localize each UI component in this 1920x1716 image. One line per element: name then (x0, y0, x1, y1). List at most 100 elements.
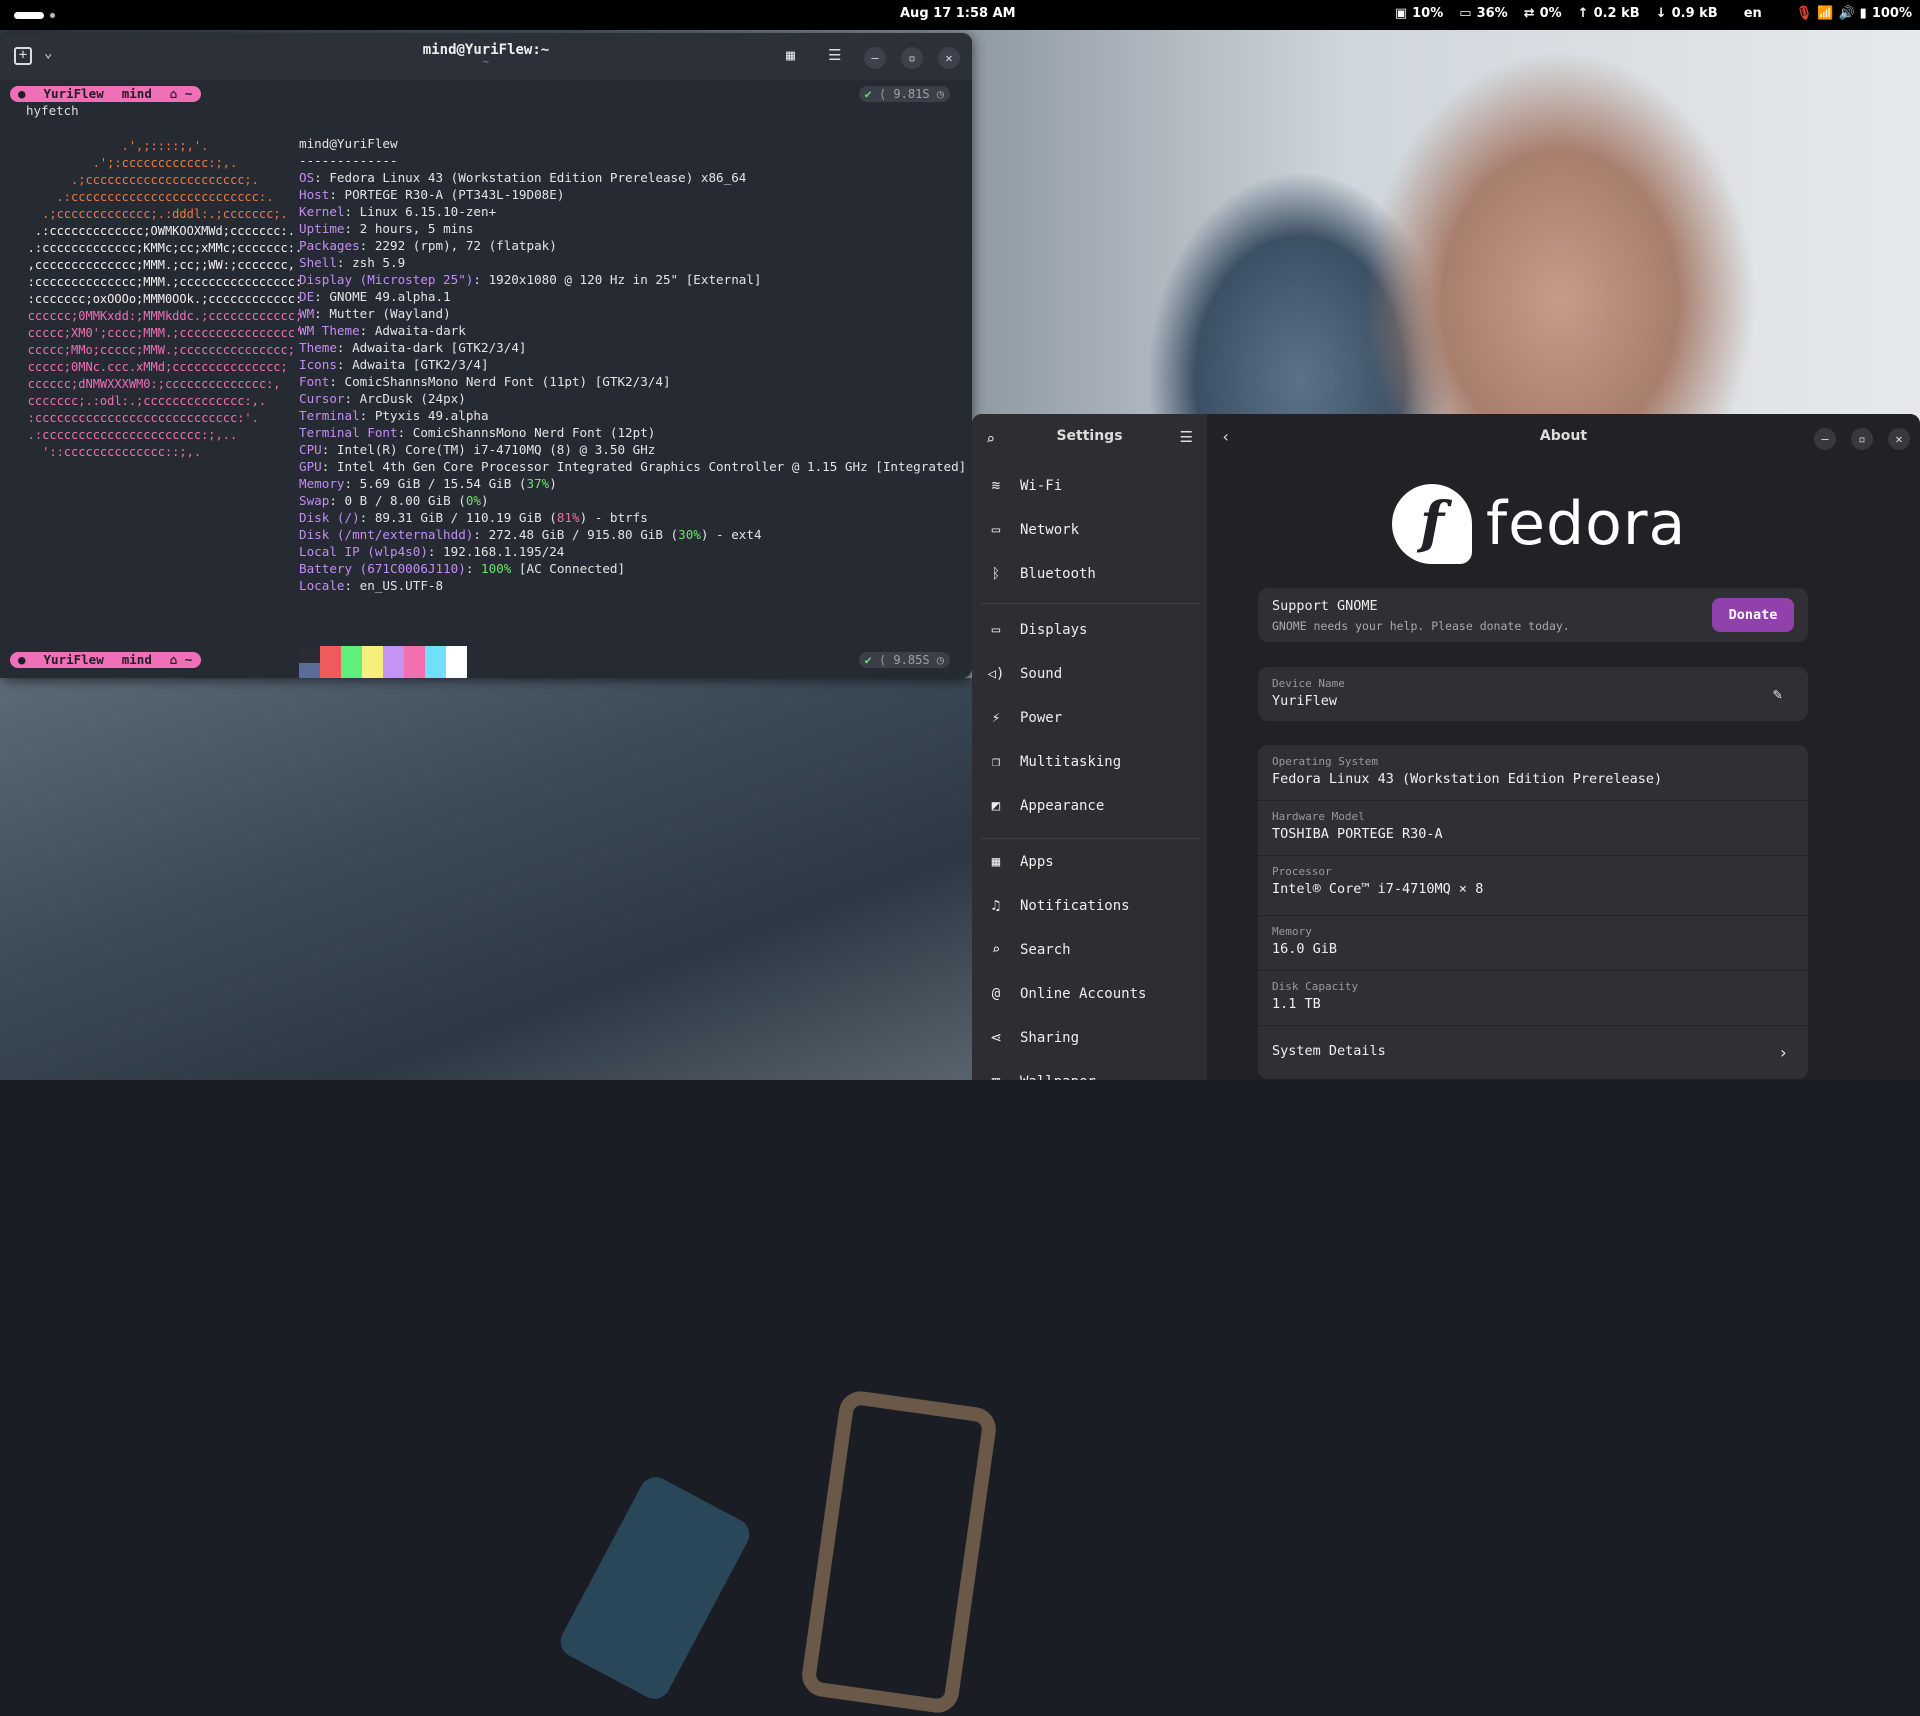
sidebar-item-sharing[interactable]: ⋖ Sharing (986, 1018, 1079, 1058)
sidebar-item-notifications[interactable]: ♫ Notifications (986, 886, 1130, 926)
ascii-logo-line: :ccccccc;oxOOOo;MMM0OOk.;cccccccccccc: (6, 292, 303, 306)
device-name-label: Device Name (1272, 677, 1345, 690)
system-details-label: System Details (1272, 1043, 1386, 1059)
fedora-mark-icon: f (1392, 484, 1472, 564)
palette-swatch (341, 646, 362, 663)
settings-sidebar: ⌕ Settings ☰ ≋ Wi-Fi ▭ Network ᛒ Bluetooth ▭ Di… (972, 414, 1207, 1080)
palette-swatch (404, 663, 425, 678)
fedora-wordmark: fedora (1486, 489, 1687, 559)
close-button[interactable]: ✕ (1888, 428, 1910, 450)
memory-icon: ▭ (1459, 6, 1472, 21)
swap-indicator[interactable]: ⇄ 0% (1524, 6, 1562, 21)
maximize-button[interactable]: ▫ (901, 47, 923, 69)
sidebar-item-sound[interactable]: ◁) Sound (986, 654, 1063, 694)
device-name-field: Device Name YuriFlew (1258, 667, 1808, 721)
info-row-label: Hardware Model (1272, 810, 1365, 823)
sidebar-item-wallpaper[interactable]: ▨ Wallpaper (986, 1062, 1096, 1080)
minimize-button[interactable]: – (1814, 428, 1836, 450)
info-cursor: ArcDusk (24px) (359, 391, 466, 406)
command-status-2: ✔ ⟨ 9.85S ◷ (858, 652, 950, 668)
sidebar-item-multitasking[interactable]: ❐ Multitasking (986, 742, 1121, 782)
system-tray[interactable]: ▣ 10% ▭ 36% ⇄ 0% ↑ 0.2 kB ↓ 0.9 kB en 🎙 📶 🔊 ▮… (1379, 6, 1912, 21)
terminal-output[interactable]: ● YuriFlew mind ⌂ ~ ✔ ⟨ 9.81S ◷ hyfetch … (0, 80, 972, 678)
info-row-label: Processor (1272, 865, 1332, 878)
sidebar-item-apps[interactable]: ▦ Apps (986, 842, 1054, 882)
wallpaper-lower-area (0, 678, 999, 1716)
info-uptime: 2 hours, 5 mins (359, 221, 474, 236)
color-palette (299, 646, 467, 678)
palette-swatch (404, 646, 425, 663)
content-header: ‹ About – ▫ ✕ (1207, 414, 1920, 462)
sidebar-divider (980, 838, 1200, 839)
settings-window[interactable]: ⌕ Settings ☰ ≋ Wi-Fi ▭ Network ᛒ Bluetooth ▭ Di… (972, 414, 1920, 1080)
net-up-indicator[interactable]: ↑ 0.2 kB (1578, 6, 1640, 21)
home-icon: ⌂ (169, 652, 185, 667)
system-details-row[interactable]: System Details › (1258, 1025, 1808, 1079)
prompt-dir: ⌂ ~ (160, 86, 202, 102)
ascii-logo-line: cccccc;dNMWXXXWM0:;cccccccccccccc:, (6, 377, 281, 391)
system-info-block: mind@YuriFlew ------------- OS: Fedora L… (299, 136, 967, 593)
palette-swatch (320, 646, 341, 663)
ascii-logo-line: cccccc;0MMKxdd:;MMMkddc.;cccccccccccc; (6, 309, 303, 323)
sidebar-item-network[interactable]: ▭ Network (986, 510, 1079, 550)
device-name-row[interactable]: Device Name YuriFlew ✎ (1258, 667, 1808, 721)
check-icon: ✔ (864, 653, 872, 667)
sidebar-item-label: Appearance (1020, 798, 1105, 814)
sidebar-item-wi-fi[interactable]: ≋ Wi-Fi (986, 466, 1062, 506)
net-down-indicator[interactable]: ↓ 0.9 kB (1656, 6, 1718, 21)
info-display: 1920x1080 @ 120 Hz in 25" [External] (488, 272, 762, 287)
apps-icon: ▦ (991, 854, 1001, 870)
sidebar-item-displays[interactable]: ▭ Displays (986, 610, 1088, 650)
wallpaper-phone-art (555, 1471, 755, 1705)
arrow-up-icon: ↑ (1577, 6, 1589, 21)
palette-swatch (299, 646, 320, 663)
maximize-button[interactable]: ▫ (1851, 428, 1873, 450)
hamburger-menu-icon[interactable]: ☰ (1180, 428, 1193, 446)
sidebar-item-search[interactable]: ⌕ Search (986, 930, 1071, 970)
sidebar-item-bluetooth[interactable]: ᛒ Bluetooth (986, 554, 1096, 594)
info-disk2-fs: - ext4 (716, 527, 762, 542)
info-kernel: Linux 6.15.10-zen+ (359, 204, 497, 219)
info-memory-pct: 37% (526, 476, 550, 491)
cpu-indicator[interactable]: ▣ 10% (1395, 6, 1443, 21)
status-icons[interactable]: 🎙 📶 🔊 ▮ 100% (1796, 6, 1912, 21)
ascii-logo-line: .:ccccccccccccc;OWMKOOXMWd;ccccccc:. (6, 224, 295, 238)
tab-overview-button[interactable]: ▦ (786, 46, 795, 64)
sidebar-item-label: Power (1020, 710, 1063, 726)
ascii-logo-line: .;ccccccccccccc;.:dddl:.;ccccccc;. (6, 207, 288, 221)
info-row-value: 16.0 GiB (1272, 941, 1338, 957)
info-row-memory: Memory 16.0 GiB (1258, 915, 1808, 971)
workspace-indicator-active[interactable] (14, 12, 44, 19)
close-button[interactable]: ✕ (938, 47, 960, 69)
workspace-indicator-dot[interactable] (50, 13, 55, 18)
terminal-header-bar[interactable]: + ⌄ mind@YuriFlew:~ ~ ▦ ☰ – ▫ ✕ (0, 33, 972, 80)
minimize-button[interactable]: – (864, 47, 886, 69)
terminal-window[interactable]: + ⌄ mind@YuriFlew:~ ~ ▦ ☰ – ▫ ✕ ● YuriFl… (0, 33, 972, 678)
palette-swatch (446, 663, 467, 678)
sidebar-item-online-accounts[interactable]: @ Online Accounts (986, 974, 1147, 1014)
edit-pencil-icon[interactable]: ✎ (1773, 685, 1782, 703)
top-bar: Aug 17 1:58 AM ▣ 10% ▭ 36% ⇄ 0% ↑ 0.2 kB ↓ 0.… (0, 0, 1920, 30)
sidebar-item-label: Search (1020, 942, 1071, 958)
prompt-dir-text: ~ (184, 86, 193, 101)
sidebar-item-appearance[interactable]: ◩ Appearance (986, 786, 1105, 826)
hamburger-menu-button[interactable]: ☰ (828, 46, 841, 64)
sidebar-item-label: Wallpaper (1020, 1074, 1096, 1080)
info-row-value: Fedora Linux 43 (Workstation Edition Pre… (1272, 771, 1663, 787)
terminal-title: mind@YuriFlew:~ (422, 42, 550, 58)
display-icon: ▭ (991, 622, 1001, 638)
ascii-logo-line: .',;::::;,'. (6, 139, 209, 153)
info-disk2: 272.48 GiB / 915.80 GiB (488, 527, 663, 542)
sidebar-item-power[interactable]: ⚡ Power (986, 698, 1062, 738)
memory-indicator[interactable]: ▭ 36% (1459, 6, 1507, 21)
wallpaper-chair-art (799, 1388, 999, 1716)
appearance-icon: ◩ (991, 798, 1001, 814)
info-display-label: Display (Microstep 25") (299, 272, 474, 287)
bluetooth-icon: ᛒ (991, 566, 1001, 582)
wallpaper-icon: ▨ (986, 1074, 1006, 1080)
info-swap-pct: 0% (465, 493, 482, 508)
clock[interactable]: Aug 17 1:58 AM (900, 6, 1016, 21)
keyboard-layout[interactable]: en (1744, 6, 1762, 21)
prompt-dir: ⌂ ~ (160, 652, 202, 668)
donate-button[interactable]: Donate (1712, 598, 1794, 632)
